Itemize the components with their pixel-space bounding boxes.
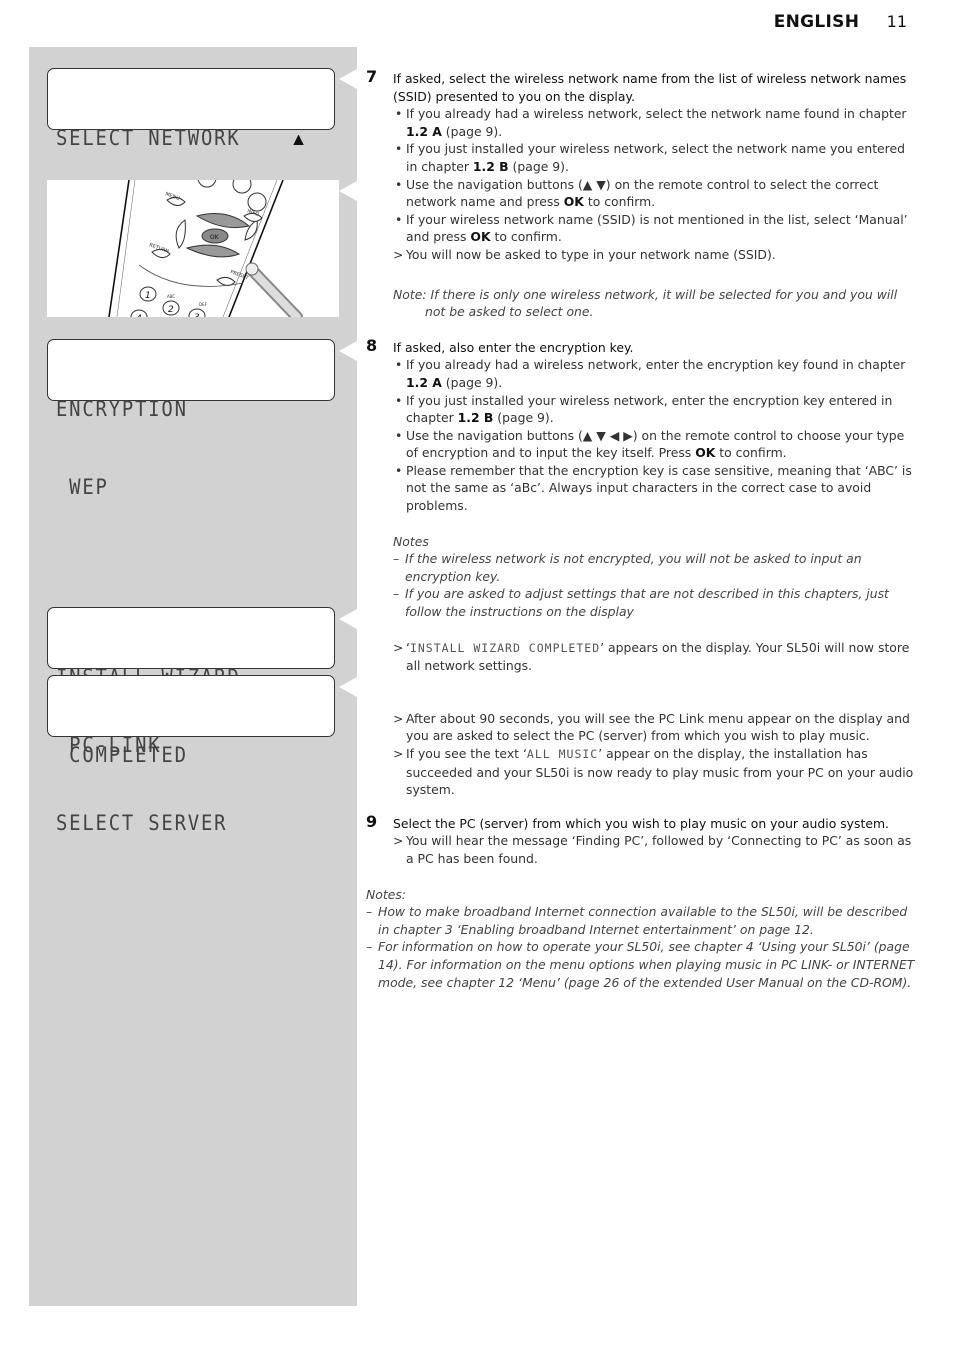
up-arrow-icon: ▲ [289, 129, 308, 150]
remote-key-4: 4 [136, 314, 142, 317]
bullet-item: If you just installed your wireless netw… [395, 392, 916, 427]
remote-key-2: 2 [168, 305, 174, 315]
note-item: How to make broadband Internet connectio… [366, 903, 916, 938]
result-item: You will hear the message ‘Finding PC’, … [393, 832, 916, 867]
step-7: 7 If asked, select the wireless network … [366, 67, 916, 321]
lcd-line-1: ENCRYPTION [56, 397, 188, 421]
notes-title: Notes: [366, 886, 406, 902]
lcd-display-encryption: ENCRYPTION WEP [47, 339, 335, 499]
bullet-item: If you just installed your wireless netw… [395, 140, 916, 175]
remote-control-icon: MENU OK INFO RETURN PRESET 1 2 ABC 3 DEF… [108, 180, 303, 317]
step-title: If asked, select the wireless network na… [393, 71, 907, 104]
step-number: 7 [366, 67, 378, 86]
bullet-item: Use the navigation buttons (▲ ▼) on the … [395, 176, 916, 211]
note-item: For information on how to operate your S… [366, 938, 916, 991]
remote-control-illustration: MENU OK INFO RETURN PRESET 1 2 ABC 3 DEF… [47, 180, 339, 317]
step-title: If asked, also enter the encryption key. [393, 339, 634, 355]
step-number: 8 [366, 335, 378, 355]
remote-key-1: 1 [145, 291, 151, 301]
remote-key-3: 3 [194, 313, 200, 317]
lcd-display-select-network: SELECT NETWORK SSID 1 ▲ ▼ [47, 68, 335, 228]
language-label: ENGLISH [773, 12, 860, 32]
lcd-line-2: SELECT SERVER [56, 811, 228, 835]
pointer-arrow-icon [339, 609, 357, 629]
lcd-text: ALL MUSIC [526, 747, 599, 761]
result-item: ‘INSTALL WIZARD COMPLETED’ appears on th… [393, 639, 916, 675]
pointer-arrow-icon [339, 181, 357, 201]
bullet-item: Please remember that the encryption key … [395, 462, 916, 515]
result-item: If you see the text ‘ALL MUSIC’ appear o… [393, 745, 916, 799]
step-9: 9 Select the PC (server) from which you … [366, 811, 916, 868]
step-number: 9 [366, 811, 378, 831]
remote-label-def: DEF [199, 302, 208, 307]
instructions-column: 7 If asked, select the wireless network … [366, 67, 916, 992]
page-number: 11 [886, 12, 907, 31]
lcd-display-pc-link: PC-LINK SELECT SERVER [47, 675, 335, 835]
notes-title: Notes [393, 533, 429, 549]
note-text: Note: If there is only one wireless netw… [393, 286, 898, 320]
page-header: ENGLISH 11 [774, 12, 907, 32]
bullet-item: If you already had a wireless network, e… [395, 356, 916, 391]
lcd-line-1: PC-LINK [56, 733, 162, 757]
result-item: After about 90 seconds, you will see the… [393, 710, 916, 745]
step-8: 8 If asked, also enter the encryption ke… [366, 335, 916, 799]
pointer-arrow-icon [339, 341, 357, 361]
lcd-line-1: SELECT NETWORK [56, 126, 241, 150]
remote-label-abc: ABC [167, 294, 175, 299]
lcd-display-install-wizard: INSTALL WIZARD COMPLETED [47, 607, 335, 767]
lcd-line-2: WEP [56, 475, 109, 499]
note-item: If the wireless network is not encrypted… [393, 550, 916, 585]
final-notes: Notes: How to make broadband Internet co… [366, 886, 916, 992]
pointer-arrow-icon [339, 677, 357, 697]
pointer-arrow-icon [339, 69, 357, 89]
result-item: You will now be asked to type in your ne… [393, 246, 916, 264]
bullet-item: Use the navigation buttons (▲ ▼ ◀ ▶) on … [395, 427, 916, 462]
bullet-item: If you already had a wireless network, s… [395, 105, 916, 140]
step-title: Select the PC (server) from which you wi… [393, 815, 889, 831]
note-item: If you are asked to adjust settings that… [393, 585, 916, 620]
remote-label-ok: OK [210, 234, 220, 241]
illustration-sidebar: SELECT NETWORK SSID 1 ▲ ▼ MENU OK INFO [29, 47, 357, 1306]
lcd-text: INSTALL WIZARD COMPLETED [409, 640, 601, 655]
bullet-item: If your wireless network name (SSID) is … [395, 211, 916, 246]
